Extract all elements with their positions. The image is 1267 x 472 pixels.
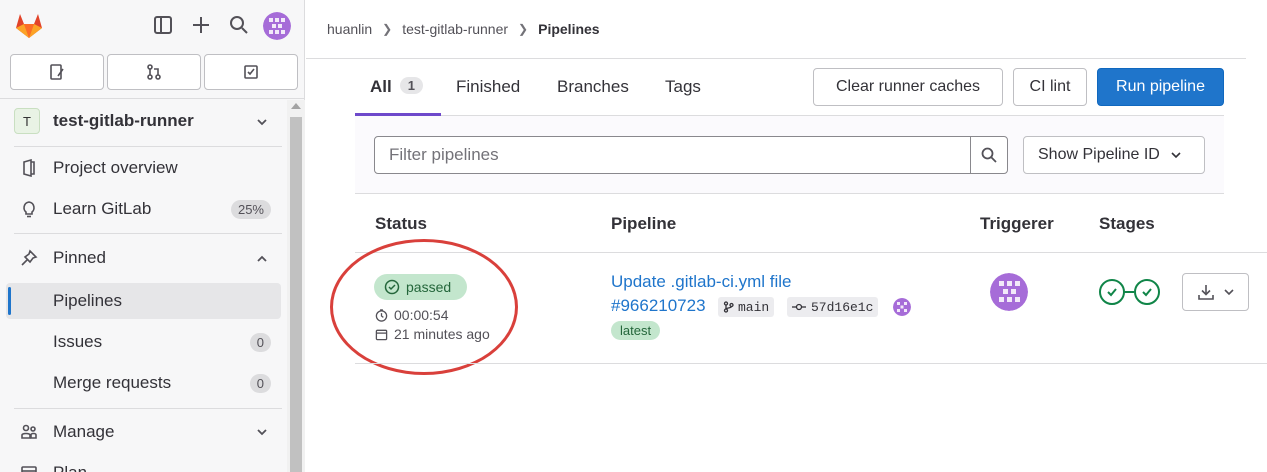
breadcrumb-current[interactable]: Pipelines: [538, 21, 599, 37]
sidebar-item-label: Issues: [53, 332, 103, 351]
check-icon: [1142, 288, 1152, 297]
download-artifacts-button[interactable]: [1182, 273, 1249, 311]
chevron-right-icon: ❯: [518, 22, 529, 36]
sidebar-item-project-overview[interactable]: Project overview: [0, 150, 287, 186]
sidebar-item-merge-requests[interactable]: Merge requests 0: [0, 365, 287, 401]
sidebar-item-label: Manage: [53, 422, 115, 441]
commit-sha-text: 57d16e1c: [811, 299, 874, 315]
stage-connector: [1124, 291, 1134, 293]
project-name: test-gitlab-runner: [53, 111, 194, 130]
lightbulb-icon: [23, 201, 35, 218]
thumbtack-icon: [21, 249, 38, 266]
column-header-status: Status: [375, 214, 427, 233]
chevron-down-icon[interactable]: [255, 425, 269, 439]
sidebar-item-pinned[interactable]: Pinned: [0, 240, 287, 276]
download-icon: [1197, 285, 1214, 300]
filter-search-button[interactable]: [970, 136, 1008, 174]
count-badge: 0: [249, 373, 271, 393]
pipeline-commit-title[interactable]: Update .gitlab-ci.yml file: [611, 272, 791, 292]
header-divider: [306, 58, 1246, 59]
sidebar-toggle-icon[interactable]: [151, 13, 175, 37]
sidebar-item-learn-gitlab[interactable]: Learn GitLab 25%: [0, 191, 287, 227]
todo-icon: [244, 65, 258, 79]
branch-ref[interactable]: main: [718, 297, 775, 317]
search-icon: [981, 147, 997, 163]
calendar-icon: [21, 466, 37, 472]
triggerer-avatar[interactable]: [990, 273, 1028, 311]
project-avatar: T: [14, 108, 40, 134]
commit-sha[interactable]: 57d16e1c: [787, 297, 879, 317]
branch-icon: [723, 301, 734, 313]
chevron-down-icon[interactable]: [255, 115, 269, 129]
sidebar: T test-gitlab-runner Project overview Le…: [0, 0, 305, 472]
progress-badge: 25%: [230, 199, 271, 219]
breadcrumb: huanlin ❯ test-gitlab-runner ❯ Pipelines: [327, 21, 600, 37]
column-header-triggerer: Triggerer: [980, 214, 1054, 233]
sidebar-item-label: Pipelines: [53, 291, 122, 310]
pipeline-id-link[interactable]: #966210723: [611, 296, 706, 316]
column-header-pipeline: Pipeline: [611, 214, 677, 233]
stage-test-status[interactable]: [1134, 279, 1160, 305]
search-icon[interactable]: [227, 13, 251, 37]
chevron-up-icon[interactable]: [255, 252, 269, 266]
table-row-divider: [355, 363, 1267, 364]
issues-nav-button[interactable]: [10, 54, 104, 90]
merge-requests-nav-button[interactable]: [107, 54, 201, 90]
sidebar-item-manage[interactable]: Manage: [0, 414, 287, 450]
issues-icon: [50, 64, 64, 80]
ci-lint-button[interactable]: CI lint: [1013, 68, 1087, 106]
table-row-divider: [355, 252, 1267, 253]
project-switcher[interactable]: T test-gitlab-runner: [14, 108, 274, 134]
breadcrumb-project[interactable]: test-gitlab-runner: [402, 21, 508, 37]
latest-badge: latest: [611, 321, 661, 340]
tab-count-badge: 1: [399, 77, 423, 94]
gitlab-logo-icon[interactable]: [12, 10, 46, 40]
sidebar-header: [0, 0, 305, 50]
tab-tags[interactable]: Tags: [665, 77, 701, 97]
branch-name: main: [738, 299, 770, 315]
sidebar-item-issues[interactable]: Issues 0: [0, 324, 287, 360]
chevron-right-icon: ❯: [382, 22, 393, 36]
show-pipeline-id-dropdown[interactable]: Show Pipeline ID: [1023, 136, 1205, 174]
annotation-circle: [330, 239, 518, 375]
users-icon: [21, 424, 37, 439]
commit-icon: [792, 303, 806, 311]
filter-pipelines-input[interactable]: Filter pipelines: [374, 136, 971, 174]
user-avatar[interactable]: [263, 12, 291, 40]
stage-build-status[interactable]: [1099, 279, 1125, 305]
sidebar-item-label: Merge requests: [53, 373, 172, 392]
clear-runner-caches-button[interactable]: Clear runner caches: [813, 68, 1003, 106]
chevron-down-icon: [1223, 289, 1234, 296]
sidebar-divider: [14, 233, 282, 234]
run-pipeline-button[interactable]: Run pipeline: [1097, 68, 1224, 106]
chevron-down-icon: [1171, 152, 1181, 159]
todo-nav-button[interactable]: [204, 54, 298, 90]
sidebar-item-pipelines[interactable]: Pipelines: [0, 283, 287, 319]
tab-all[interactable]: All 1: [370, 77, 423, 97]
plus-icon[interactable]: [189, 13, 213, 37]
dropdown-label: Show Pipeline ID: [1038, 146, 1160, 163]
sidebar-item-label: Plan: [53, 463, 87, 472]
tab-finished[interactable]: Finished: [456, 77, 520, 97]
sidebar-item-label: Learn GitLab: [53, 199, 152, 218]
column-header-stages: Stages: [1099, 214, 1155, 233]
commit-author-avatar[interactable]: [893, 298, 911, 316]
breadcrumb-user[interactable]: huanlin: [327, 21, 372, 37]
sidebar-divider: [14, 146, 282, 147]
tab-label: All: [370, 77, 392, 96]
sidebar-scroll-thumb[interactable]: [290, 117, 302, 472]
sidebar-item-label: Project overview: [53, 158, 178, 177]
sidebar-divider: [14, 408, 282, 409]
project-icon: [23, 159, 35, 177]
check-icon: [1107, 288, 1117, 297]
sidebar-item-plan[interactable]: Plan: [0, 455, 287, 472]
sidebar-item-label: Pinned: [53, 248, 106, 267]
tab-branches[interactable]: Branches: [557, 77, 629, 97]
scroll-up-arrow-icon[interactable]: [291, 103, 301, 109]
count-badge: 0: [249, 332, 271, 352]
merge-request-icon: [147, 64, 161, 80]
